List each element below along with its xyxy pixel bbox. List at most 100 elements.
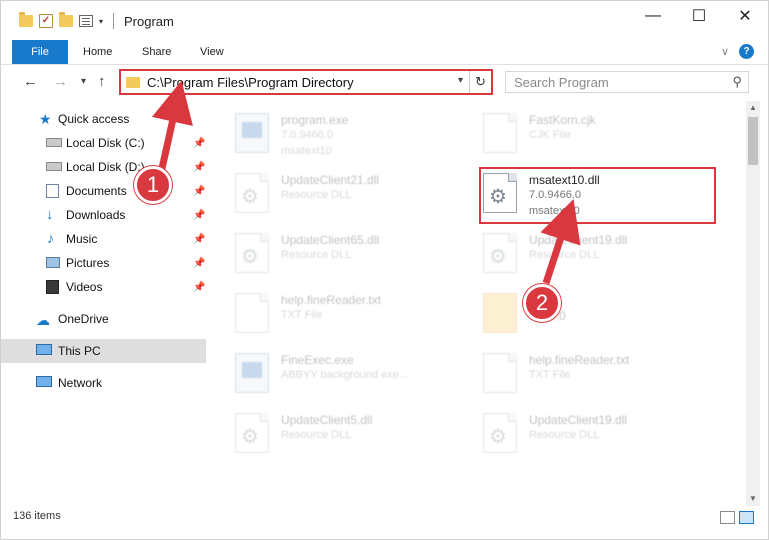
file-name: help.fineReader.txt	[529, 353, 630, 367]
drive-icon	[46, 162, 62, 171]
navigation-bar: ← → ▾ ↑ C:\Program Files\Program Directo…	[1, 65, 768, 101]
tab-file[interactable]: File	[12, 40, 68, 64]
computer-icon	[36, 344, 52, 355]
refresh-icon[interactable]: ↻	[469, 71, 491, 93]
file-type: CJK File	[529, 129, 571, 141]
file-item[interactable]: FastKorn.cjk CJK File	[483, 109, 713, 161]
properties-check-icon[interactable]: ✓	[39, 14, 53, 28]
search-box[interactable]: ⚲	[505, 71, 749, 93]
dll-file-icon: ⚙	[235, 233, 269, 273]
sidebar-item-label: Downloads	[66, 208, 126, 222]
back-button[interactable]: ←	[23, 73, 38, 90]
title-separator	[113, 13, 115, 29]
file-description: msatext10	[281, 145, 332, 157]
file-item[interactable]: 9466.0	[483, 289, 713, 341]
tab-home[interactable]: Home	[83, 41, 112, 63]
sidebar-item-pictures[interactable]: Pictures 📌	[1, 251, 206, 275]
file-name: UpdateClient21.dll	[281, 173, 380, 187]
file-name: UpdateClient65.dll	[281, 233, 380, 247]
address-dropdown-chevron-icon[interactable]: ▾	[458, 75, 463, 86]
file-item[interactable]: ⚙ UpdateClient5.dll Resource DLL	[235, 409, 465, 461]
search-icon[interactable]: ⚲	[732, 74, 742, 90]
star-icon: ★	[39, 111, 52, 127]
sidebar-item-label: Pictures	[66, 256, 110, 270]
documents-icon	[46, 184, 59, 198]
sidebar-item-onedrive[interactable]: ☁ OneDrive	[1, 307, 206, 331]
item-count: 136 items	[13, 510, 61, 522]
pin-icon[interactable]: 📌	[193, 186, 205, 197]
gear-icon: ⚙	[241, 186, 259, 208]
minimize-button[interactable]: —	[630, 1, 676, 31]
maximize-button[interactable]: ☐	[676, 1, 722, 31]
file-name: FineExec.exe	[281, 353, 354, 367]
window-controls: — ☐ ✕	[630, 1, 768, 31]
sidebar-item-documents[interactable]: Documents 📌	[1, 179, 206, 203]
scroll-thumb[interactable]	[748, 117, 758, 165]
file-item[interactable]: ⚙ UpdateClient19.dll Resource DLL	[483, 409, 713, 461]
sidebar-item-network[interactable]: Network	[1, 371, 206, 395]
exe-file-icon	[235, 113, 269, 153]
view-properties-icon[interactable]	[79, 15, 93, 27]
search-input[interactable]	[506, 72, 726, 92]
tiles-view-icon[interactable]	[739, 511, 754, 524]
recent-locations-button[interactable]: ▾	[81, 76, 86, 87]
sidebar-item-label: This PC	[58, 344, 101, 358]
file-name: UpdateClient19.dll	[529, 413, 628, 427]
pin-icon[interactable]: 📌	[193, 282, 205, 293]
sidebar-item-downloads[interactable]: ↓ Downloads 📌	[1, 203, 206, 227]
file-type: TXT File	[529, 369, 571, 381]
sidebar-item-label: Quick access	[58, 112, 130, 126]
dll-file-icon: ⚙	[483, 233, 517, 273]
status-bar: 136 items	[1, 506, 768, 539]
pin-icon[interactable]: 📌	[193, 210, 205, 221]
title-bar: ✓ ▾ Program — ☐ ✕	[1, 1, 768, 39]
new-folder-icon[interactable]	[59, 12, 73, 27]
customize-toolbar-chevron-icon[interactable]: ▾	[99, 17, 103, 26]
file-item[interactable]: help.fineReader.txt TXT File	[235, 289, 465, 341]
file-list: program.exe 7.0.9466.0 msatext10 FastKor…	[211, 101, 746, 506]
close-button[interactable]: ✕	[722, 1, 768, 31]
help-icon[interactable]: ?	[739, 44, 754, 59]
pin-icon[interactable]: 📌	[193, 162, 205, 173]
scroll-down-arrow-icon[interactable]: ▼	[746, 492, 760, 506]
tab-share[interactable]: Share	[142, 41, 171, 63]
file-item[interactable]: help.fineReader.txt TXT File	[483, 349, 713, 401]
ribbon-right-controls: ∨ ?	[721, 44, 754, 59]
cloud-icon: ☁	[36, 312, 50, 328]
sidebar-item-local-disk-c[interactable]: Local Disk (C:) 📌	[1, 131, 206, 155]
sidebar-item-this-pc[interactable]: This PC	[1, 339, 206, 363]
sidebar-item-music[interactable]: ♪ Music 📌	[1, 227, 206, 251]
address-path[interactable]: C:\Program Files\Program Directory	[147, 75, 354, 90]
scroll-up-arrow-icon[interactable]: ▲	[746, 101, 760, 115]
address-bar[interactable]: C:\Program Files\Program Directory ▾ ↻	[119, 69, 493, 95]
file-type: Resource DLL	[281, 249, 352, 261]
sidebar-item-videos[interactable]: Videos 📌	[1, 275, 206, 299]
file-item[interactable]: ⚙ UpdateClient21.dll Resource DLL	[235, 169, 465, 221]
file-item[interactable]: program.exe 7.0.9466.0 msatext10	[235, 109, 465, 161]
pin-icon[interactable]: 📌	[193, 234, 205, 245]
file-type: Resource DLL	[281, 429, 352, 441]
file-name: UpdateClient5.dll	[281, 413, 373, 427]
gear-icon: ⚙	[489, 426, 507, 448]
file-item[interactable]: ⚙ UpdateClient65.dll Resource DLL	[235, 229, 465, 281]
file-type: Resource DLL	[529, 249, 600, 261]
pin-icon[interactable]: 📌	[193, 258, 205, 269]
sidebar-item-quick-access[interactable]: ★ Quick access	[1, 107, 206, 131]
pictures-icon	[46, 257, 60, 268]
up-button[interactable]: ↑	[98, 73, 106, 90]
details-view-icon[interactable]	[720, 511, 735, 524]
dll-file-icon: ⚙	[235, 173, 269, 213]
pin-icon[interactable]: 📌	[193, 138, 205, 149]
file-name: FastKorn.cjk	[529, 113, 596, 127]
file-item[interactable]: ⚙ UpdateClient19.dll Resource DLL	[483, 229, 713, 281]
sidebar-item-label: Local Disk (C:)	[66, 136, 145, 150]
sidebar-item-local-disk-d[interactable]: Local Disk (D:) 📌	[1, 155, 206, 179]
tab-view[interactable]: View	[200, 41, 224, 63]
sidebar-item-label: Documents	[66, 184, 127, 198]
forward-button[interactable]: →	[53, 73, 68, 90]
vertical-scrollbar[interactable]: ▲ ▼	[746, 101, 760, 506]
network-icon	[36, 376, 52, 387]
expand-ribbon-chevron-icon[interactable]: ∨	[721, 45, 729, 58]
file-item[interactable]: FineExec.exe ABBYY background exe...	[235, 349, 465, 401]
folder-icon	[483, 293, 517, 333]
